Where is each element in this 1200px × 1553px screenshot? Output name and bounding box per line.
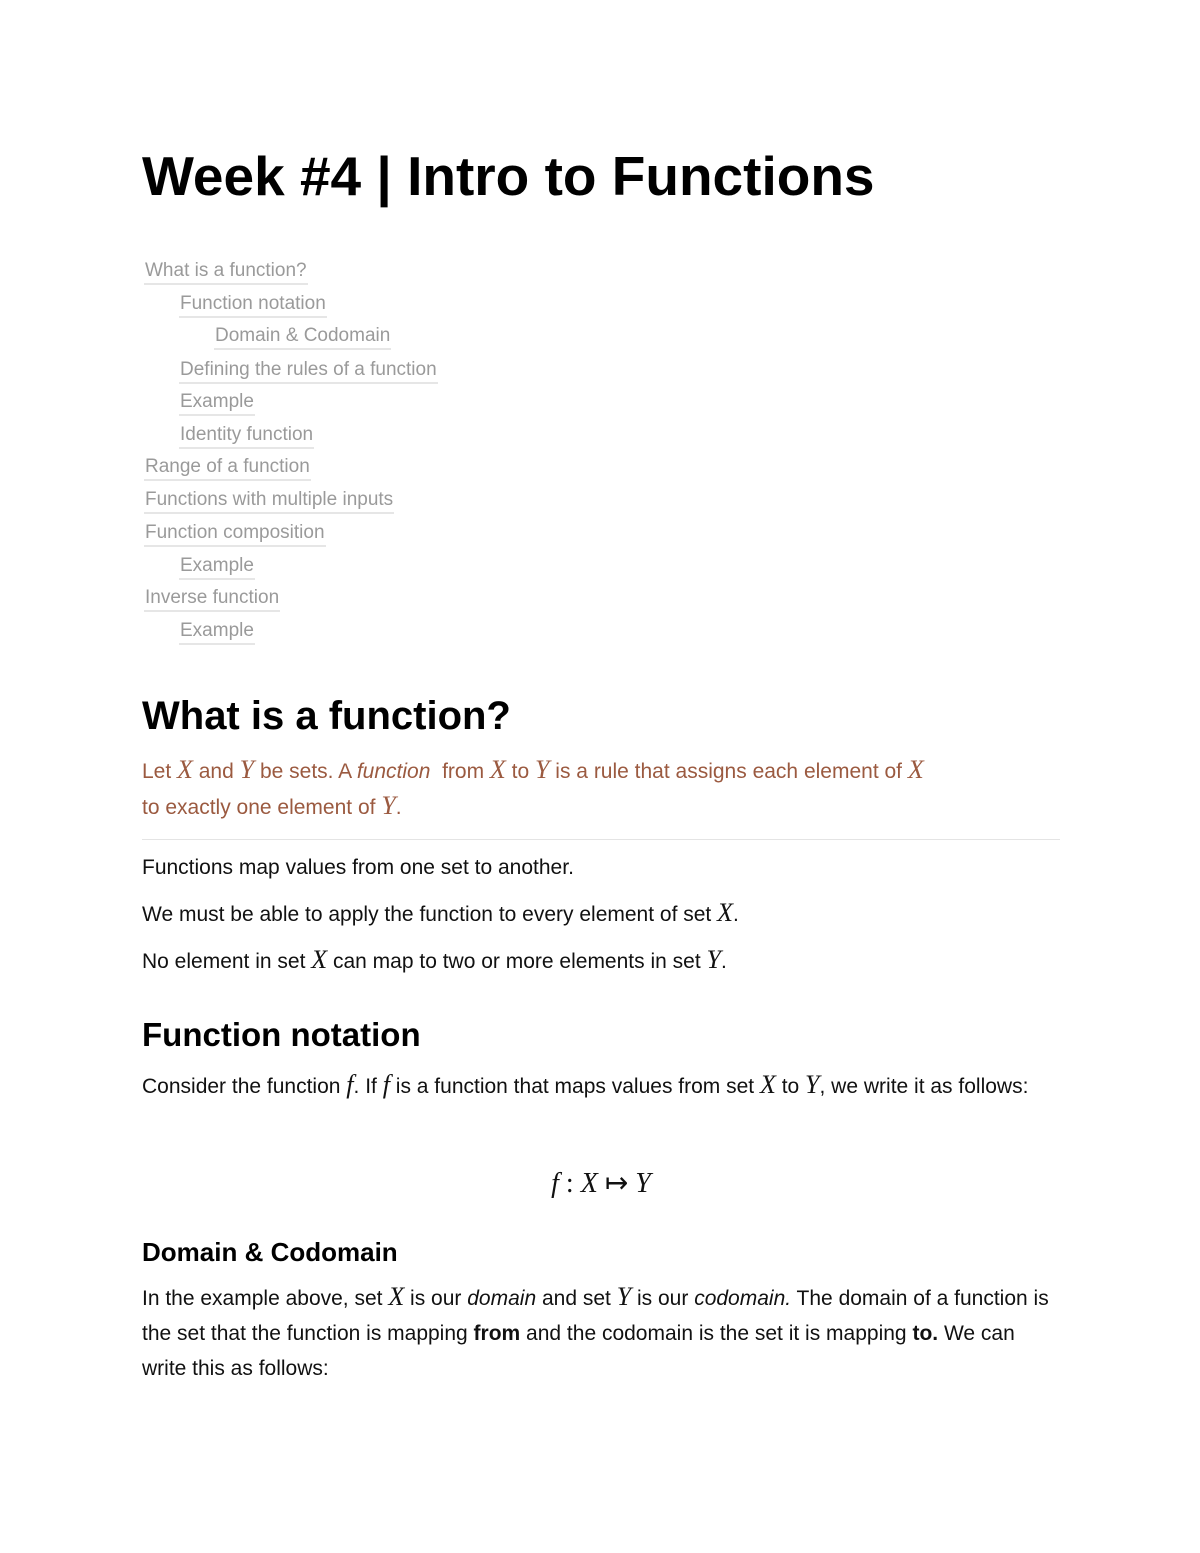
- math-x: X: [717, 898, 733, 927]
- math-y: Y: [706, 945, 721, 974]
- paragraph: We must be able to apply the function to…: [142, 897, 1060, 932]
- toc-link-what-is-a-function[interactable]: What is a function?: [144, 259, 308, 285]
- text: , we write it as follows:: [819, 1075, 1029, 1098]
- math-x: X: [580, 1168, 598, 1199]
- text: can map to two or more elements in set: [327, 950, 707, 973]
- toc-link-domain-codomain[interactable]: Domain & Codomain: [214, 324, 392, 350]
- paragraph: No element in set X can map to two or mo…: [142, 944, 1060, 979]
- text: and set: [536, 1287, 617, 1310]
- paragraph: In the example above, set X is our domai…: [142, 1281, 1060, 1386]
- callout-text: Let: [142, 760, 178, 783]
- toc-link-example[interactable]: Example: [179, 390, 255, 416]
- text: is our: [404, 1287, 468, 1310]
- page-title: Week #4 | Intro to Functions: [142, 145, 875, 207]
- bold-text: to.: [912, 1322, 939, 1345]
- section-heading-domain-codomain: Domain & Codomain: [142, 1237, 398, 1267]
- math-x: X: [311, 945, 328, 974]
- math-f: f: [346, 1070, 354, 1099]
- callout-text: and: [192, 760, 240, 783]
- callout-text: .: [395, 796, 402, 819]
- callout-text: is a rule that assigns each element of: [549, 760, 908, 783]
- divider: [142, 839, 1060, 840]
- math-colon: :: [558, 1168, 581, 1199]
- math-y: Y: [381, 791, 396, 820]
- text: In the example above, set: [142, 1287, 389, 1310]
- text: Consider the function: [142, 1075, 347, 1098]
- toc-link-composition-example[interactable]: Example: [179, 554, 255, 580]
- equation-function-mapping: f : X ↦ Y: [142, 1166, 1060, 1200]
- text: is a function that maps values from set: [389, 1075, 760, 1098]
- text: to: [775, 1075, 806, 1098]
- toc-link-range[interactable]: Range of a function: [144, 455, 311, 481]
- math-y: Y: [616, 1282, 632, 1311]
- definition-callout: Let X and Y be sets. A function from X t…: [142, 754, 1060, 826]
- math-x: X: [177, 755, 193, 784]
- text: and the codomain is the set it is mappin…: [520, 1322, 913, 1345]
- emphasis: codomain.: [694, 1287, 792, 1310]
- math-x: X: [489, 755, 506, 784]
- text: .: [720, 950, 727, 973]
- toc-link-identity-function[interactable]: Identity function: [179, 423, 315, 449]
- bold-text: from: [473, 1322, 521, 1345]
- toc-link-function-notation[interactable]: Function notation: [179, 292, 327, 318]
- math-x: X: [907, 755, 924, 784]
- math-x: X: [388, 1282, 405, 1311]
- math-y: Y: [535, 755, 550, 784]
- math-y: Y: [635, 1168, 651, 1199]
- callout-text: to exactly one element of: [142, 796, 382, 819]
- math-f: f: [551, 1168, 559, 1199]
- callout-text: to: [505, 760, 535, 783]
- callout-text: be sets. A: [254, 760, 357, 783]
- section-heading-what-is-a-function: What is a function?: [142, 694, 511, 738]
- text: . If: [353, 1075, 383, 1098]
- callout-text: from: [430, 760, 490, 783]
- toc-link-multiple-inputs[interactable]: Functions with multiple inputs: [144, 488, 395, 514]
- math-f: f: [382, 1070, 390, 1099]
- toc-link-inverse-function[interactable]: Inverse function: [144, 586, 281, 612]
- toc-link-composition[interactable]: Function composition: [144, 521, 326, 547]
- emphasis: domain: [467, 1287, 537, 1310]
- text: .: [733, 903, 739, 926]
- text: No element in set: [142, 950, 312, 973]
- math-x: X: [759, 1070, 776, 1099]
- math-y: Y: [805, 1070, 820, 1099]
- toc-link-inverse-example[interactable]: Example: [179, 619, 255, 645]
- toc-link-defining-rules[interactable]: Defining the rules of a function: [179, 358, 438, 384]
- paragraph: Consider the function f. If f is a funct…: [142, 1069, 1060, 1104]
- paragraph: Functions map values from one set to ano…: [142, 856, 574, 879]
- section-heading-function-notation: Function notation: [142, 1016, 421, 1053]
- maps-to-arrow-icon: ↦: [597, 1168, 636, 1199]
- text: is our: [631, 1287, 695, 1310]
- callout-emphasis: function: [356, 760, 431, 783]
- math-y: Y: [239, 755, 255, 784]
- text: We must be able to apply the function to…: [142, 903, 718, 926]
